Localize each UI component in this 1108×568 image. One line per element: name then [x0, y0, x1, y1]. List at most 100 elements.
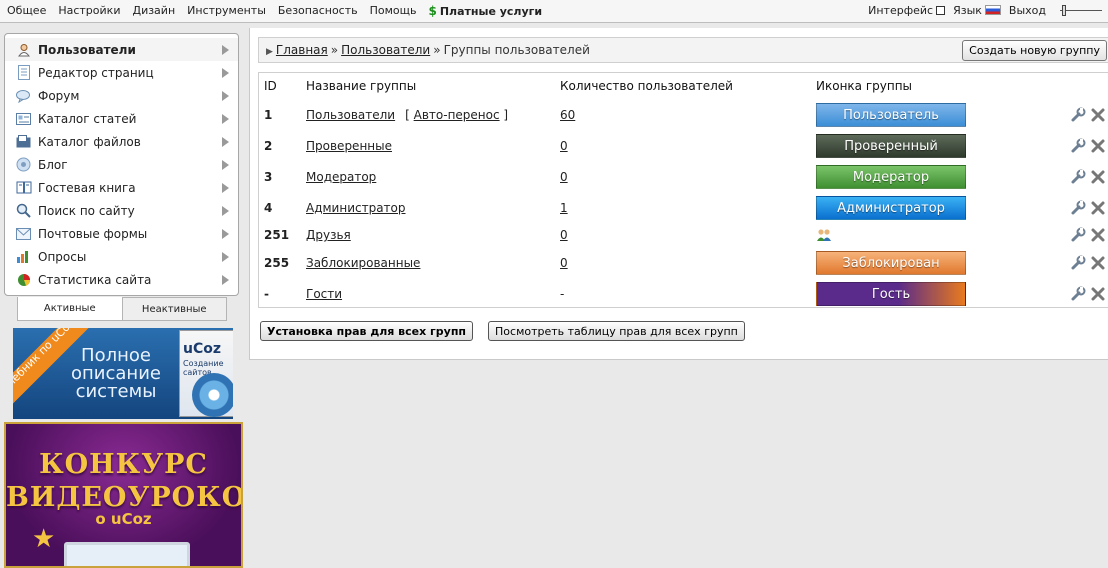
delete-icon[interactable]	[1090, 286, 1106, 302]
delete-icon[interactable]	[1090, 169, 1106, 185]
language-switch[interactable]: Язык	[953, 4, 1001, 17]
breadcrumb-separator: »	[330, 43, 339, 57]
row-actions	[1061, 247, 1108, 278]
sidebar-item-files[interactable]: Каталог файлов	[5, 130, 238, 153]
chevron-right-icon	[222, 91, 229, 101]
disc-icon	[192, 373, 233, 417]
group-icon-cell: Заблокирован	[811, 247, 1061, 278]
menu-help[interactable]: Помощь	[370, 4, 417, 18]
create-group-button[interactable]: Создать новую группу	[962, 40, 1107, 61]
breadcrumb: ▶ Главная» Пользователи» Группы пользовател…	[266, 43, 590, 57]
wrench-icon[interactable]	[1070, 138, 1086, 154]
breadcrumb-bar: ▶ Главная» Пользователи» Группы пользовател…	[258, 37, 1108, 63]
group-name-link[interactable]: Друзья	[306, 228, 351, 242]
menu-general[interactable]: Общее	[7, 4, 46, 18]
friends-icon	[816, 228, 832, 242]
sidebar-item-polls[interactable]: Опросы	[5, 245, 238, 268]
wrench-icon[interactable]	[1070, 255, 1086, 271]
group-icon-cell: Пользователь	[811, 99, 1061, 130]
user-count-cell: 0	[555, 247, 811, 278]
delete-icon[interactable]	[1090, 227, 1106, 243]
group-icon-cell: Гость	[811, 278, 1061, 309]
sidebar-item-users[interactable]: Пользователи	[5, 38, 238, 61]
user-count-link[interactable]: 60	[560, 108, 575, 122]
user-count-cell: 1	[555, 192, 811, 223]
menu-paid-services[interactable]: $ Платные услуги	[428, 4, 542, 18]
chevron-right-icon	[222, 183, 229, 193]
sidebar-item-articles[interactable]: Каталог статей	[5, 107, 238, 130]
delete-icon[interactable]	[1090, 107, 1106, 123]
tutorial-banner[interactable]: Учебник по uCoz Полное описание системы …	[13, 328, 233, 419]
sidebar-item-blog[interactable]: Блог	[5, 153, 238, 176]
group-badge: Администратор	[816, 195, 966, 220]
group-name-link[interactable]: Гости	[306, 287, 342, 301]
sidebar-item-label: Почтовые формы	[38, 226, 148, 241]
breadcrumb-home[interactable]: Главная	[276, 43, 328, 57]
menu-tools[interactable]: Инструменты	[187, 4, 266, 18]
table-row: 255 Заблокированные 0 Заблокирован	[259, 247, 1108, 278]
menu-design[interactable]: Дизайн	[132, 4, 175, 18]
delete-icon[interactable]	[1090, 255, 1106, 271]
sidebar-item-label: Статистика сайта	[38, 272, 152, 287]
groups-table: ID Название группы Количество пользовате…	[259, 73, 1108, 309]
menu-security[interactable]: Безопасность	[278, 4, 358, 18]
sidebar-item-forum[interactable]: Форум	[5, 84, 238, 107]
slider-thumb[interactable]	[1062, 5, 1066, 16]
user-count-link[interactable]: 0	[560, 139, 568, 153]
group-id: 2	[264, 138, 273, 153]
auto-transfer: [ Авто-перенос ]	[405, 108, 508, 122]
group-name-link[interactable]: Заблокированные	[306, 256, 420, 270]
table-row: 1 Пользователи [ Авто-перенос ] 60 Пользо…	[259, 99, 1108, 130]
breadcrumb-users[interactable]: Пользователи	[341, 43, 430, 57]
sidebar-item-page-editor[interactable]: Редактор страниц	[5, 61, 238, 84]
sidebar-item-guestbook[interactable]: Гостевая книга	[5, 176, 238, 199]
group-name-link[interactable]: Пользователи	[306, 108, 395, 122]
width-slider[interactable]	[1060, 5, 1102, 16]
group-name-link[interactable]: Модератор	[306, 170, 376, 184]
search-icon	[15, 203, 32, 219]
user-count-link[interactable]: 0	[560, 170, 568, 184]
set-rights-all-button[interactable]: Установка прав для всех групп	[260, 321, 474, 341]
sidebar-item-site-stats[interactable]: Статистика сайта	[5, 268, 238, 291]
view-rights-table-button[interactable]: Посмотреть таблицу прав для всех групп	[488, 321, 745, 341]
group-icon-cell: Проверенный	[811, 130, 1061, 161]
sidebar-item-label: Блог	[38, 157, 68, 172]
group-name-link[interactable]: Администратор	[306, 201, 406, 215]
delete-icon[interactable]	[1090, 138, 1106, 154]
group-name-link[interactable]: Проверенные	[306, 139, 392, 153]
group-icon-cell	[811, 223, 1061, 247]
wrench-icon[interactable]	[1070, 107, 1086, 123]
sidebar-item-label: Гостевая книга	[38, 180, 136, 195]
sidebar-item-label: Поиск по сайту	[38, 203, 135, 218]
user-count-link[interactable]: 0	[560, 228, 568, 242]
sidebar-item-label: Форум	[38, 88, 80, 103]
menu-settings[interactable]: Настройки	[58, 4, 120, 18]
wrench-icon[interactable]	[1070, 169, 1086, 185]
tab-inactive[interactable]: Неактивные	[122, 297, 227, 321]
poll-icon	[15, 249, 32, 265]
sidebar-item-label: Пользователи	[38, 42, 136, 57]
wrench-icon[interactable]	[1070, 286, 1086, 302]
tab-active[interactable]: Активные	[17, 297, 123, 321]
row-actions	[1061, 278, 1108, 309]
stats-icon	[15, 272, 32, 288]
sidebar-item-site-search[interactable]: Поиск по сайту	[5, 199, 238, 222]
group-badge: Гость	[816, 281, 966, 306]
video-contest-banner[interactable]: КОНКУРС ВИДЕОУРОКОВ о uCoz ★	[4, 422, 243, 568]
user-count-cell: -	[555, 278, 811, 309]
interface-checkbox[interactable]	[936, 6, 946, 15]
group-name-cell: Проверенные	[301, 130, 555, 161]
russian-flag-icon[interactable]	[984, 5, 1001, 15]
forum-icon	[15, 88, 32, 104]
wrench-icon[interactable]	[1070, 200, 1086, 216]
user-count-link[interactable]: 1	[560, 201, 568, 215]
sidebar-item-mail-forms[interactable]: Почтовые формы	[5, 222, 238, 245]
logout-link[interactable]: Выход	[1009, 4, 1046, 17]
delete-icon[interactable]	[1090, 200, 1106, 216]
interface-toggle[interactable]: Интерфейс	[868, 4, 946, 17]
user-count-link[interactable]: 0	[560, 256, 568, 270]
row-actions	[1061, 130, 1108, 161]
auto-transfer-link[interactable]: Авто-перенос	[414, 108, 500, 122]
wrench-icon[interactable]	[1070, 227, 1086, 243]
table-row: 2 Проверенные 0 Проверенный	[259, 130, 1108, 161]
